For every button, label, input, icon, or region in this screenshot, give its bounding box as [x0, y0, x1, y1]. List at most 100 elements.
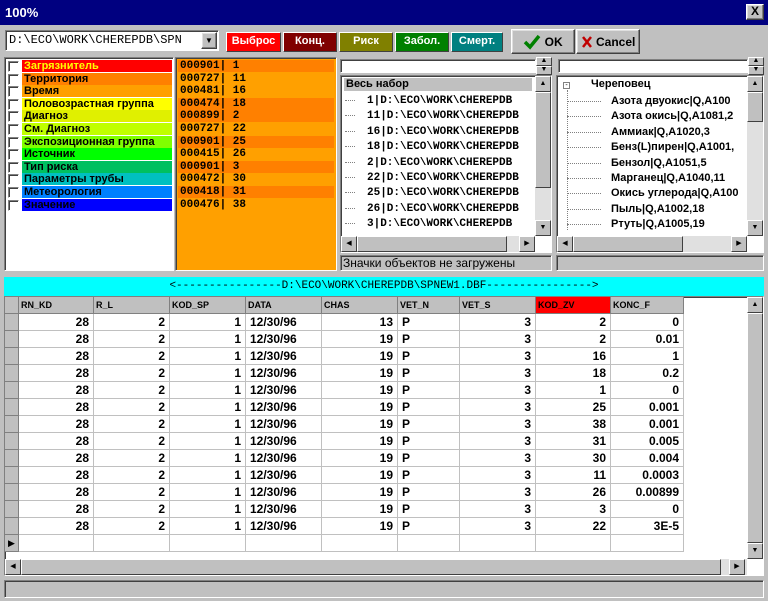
grid-cell[interactable]: 28	[19, 331, 94, 348]
grid-cell[interactable]	[536, 535, 611, 552]
grid-cell[interactable]: P	[398, 399, 460, 416]
grid-cell[interactable]: 19	[322, 348, 398, 365]
code-item[interactable]: 000481| 16	[178, 85, 334, 98]
category-checkbox[interactable]	[8, 187, 19, 198]
scroll-down-button[interactable]: ▼	[747, 220, 763, 236]
category-item[interactable]: Параметры трубы	[22, 173, 172, 186]
grid-cell[interactable]: 16	[536, 348, 611, 365]
grid-cell[interactable]: 3	[460, 484, 536, 501]
grid-cell[interactable]: 12/30/96	[246, 382, 322, 399]
row-indicator[interactable]	[5, 450, 19, 467]
grid-cell[interactable]: 2	[94, 365, 170, 382]
grid-cell[interactable]	[611, 535, 684, 552]
grid-cell[interactable]: 19	[322, 433, 398, 450]
grid-cell[interactable]: 19	[322, 382, 398, 399]
dataset-item[interactable]: 2|D:\ECO\WORK\CHEREPDB	[367, 156, 512, 170]
grid-cell[interactable]: P	[398, 348, 460, 365]
grid-cell[interactable]: 1	[536, 382, 611, 399]
dataset-item[interactable]: 26|D:\ECO\WORK\CHEREPDB	[367, 202, 519, 216]
code-item[interactable]: 000901| 3	[178, 160, 334, 173]
tree-item[interactable]: Ртуть|Q,A1005,19	[611, 217, 705, 231]
grid-cell[interactable]: 3	[460, 518, 536, 535]
grid-cell[interactable]: 19	[322, 467, 398, 484]
grid-hscroll[interactable]: ◀ ▶	[5, 559, 747, 575]
grid-cell[interactable]: 28	[19, 501, 94, 518]
tree-collapse-icon[interactable]: -	[563, 82, 570, 89]
scroll-left-button[interactable]: ◀	[341, 236, 357, 252]
category-checkbox[interactable]	[8, 98, 19, 110]
category-item[interactable]: Загрязнитель	[22, 60, 172, 72]
grid-cell[interactable]: 12/30/96	[246, 314, 322, 331]
ok-button[interactable]: OK	[511, 29, 575, 54]
grid-cell[interactable]: 0	[611, 501, 684, 518]
grid-cell[interactable]: 1	[170, 518, 246, 535]
scroll-up-button[interactable]: ▲	[747, 297, 763, 313]
grid-cell[interactable]: 28	[19, 348, 94, 365]
tree-item[interactable]: Окись углерода|Q,A100	[611, 186, 739, 200]
grid-cell[interactable]: 0.0003	[611, 467, 684, 484]
category-checkbox[interactable]	[8, 174, 19, 186]
column-header[interactable]: CHAS	[322, 297, 398, 314]
tree-filter-input[interactable]	[558, 59, 748, 73]
category-item[interactable]: Значение	[22, 198, 172, 211]
close-button[interactable]: X	[746, 4, 764, 20]
grid-cell[interactable]: 3E-5	[611, 518, 684, 535]
dataset-item[interactable]: 11|D:\ECO\WORK\CHEREPDB	[367, 109, 519, 123]
grid-cell[interactable]: 2	[94, 501, 170, 518]
tree-item[interactable]: Марганец|Q,A1040,11	[611, 171, 725, 185]
grid-cell[interactable]: 28	[19, 416, 94, 433]
scroll-thumb[interactable]	[535, 92, 551, 188]
grid-cell[interactable]: 19	[322, 416, 398, 433]
grid-cell[interactable]: P	[398, 484, 460, 501]
grid-cell[interactable]: 11	[536, 467, 611, 484]
column-header[interactable]: VET_N	[398, 297, 460, 314]
grid-vscroll[interactable]: ▲ ▼	[747, 297, 763, 559]
scroll-right-button[interactable]: ▶	[519, 236, 535, 252]
grid-cell[interactable]: 1	[170, 416, 246, 433]
category-item[interactable]: Время	[22, 85, 172, 98]
grid-cell[interactable]: 3	[460, 331, 536, 348]
grid-cell[interactable]: 2	[94, 518, 170, 535]
row-indicator[interactable]	[5, 433, 19, 450]
mode-button[interactable]: Забол.	[395, 32, 449, 52]
grid-cell[interactable]: P	[398, 501, 460, 518]
grid-cell[interactable]: 25	[536, 399, 611, 416]
filter-down-button[interactable]: ▼	[536, 66, 552, 75]
column-header[interactable]: KONC_F	[611, 297, 684, 314]
grid-cell[interactable]: 2	[94, 433, 170, 450]
row-indicator[interactable]	[5, 382, 19, 399]
code-item[interactable]: 000901| 1	[178, 60, 334, 72]
code-item[interactable]: 000476| 38	[178, 198, 334, 211]
row-indicator[interactable]	[5, 518, 19, 535]
grid-cell[interactable]: 3	[460, 433, 536, 450]
tree-item[interactable]: Бенз(L)пирен|Q,A1001,	[611, 140, 734, 154]
category-checkbox[interactable]	[8, 149, 19, 161]
grid-cell[interactable]: 0.001	[611, 416, 684, 433]
dataset-hscroll[interactable]: ◀ ▶	[341, 236, 535, 252]
category-item[interactable]: Диагноз	[22, 110, 172, 123]
scroll-left-button[interactable]: ◀	[557, 236, 573, 252]
scroll-right-button[interactable]: ▶	[731, 236, 747, 252]
scroll-thumb[interactable]	[747, 92, 763, 122]
grid-cell[interactable]: P	[398, 518, 460, 535]
category-item[interactable]: Экспозиционная группа	[22, 135, 172, 148]
grid-cell[interactable]: P	[398, 331, 460, 348]
tree-filter-up-button[interactable]: ▲	[748, 57, 764, 66]
grid-cell[interactable]: 28	[19, 365, 94, 382]
tree-item[interactable]: Бензол|Q,A1051,5	[611, 156, 707, 170]
tree-item[interactable]: Азота окись|Q,A1081,2	[611, 109, 733, 123]
column-header[interactable]: VET_S	[460, 297, 536, 314]
tree-item[interactable]: Пыль|Q,A1002,18	[611, 202, 704, 216]
grid-cell[interactable]: 3	[460, 314, 536, 331]
grid-cell[interactable]: 19	[322, 450, 398, 467]
grid-cell[interactable]: 1	[170, 501, 246, 518]
grid-cell[interactable]: 1	[170, 433, 246, 450]
category-checkbox[interactable]	[8, 86, 19, 98]
grid-cell[interactable]: 12/30/96	[246, 484, 322, 501]
grid-cell[interactable]: 1	[170, 399, 246, 416]
code-item[interactable]: 000727| 22	[178, 123, 334, 135]
row-indicator[interactable]	[5, 484, 19, 501]
scroll-up-button[interactable]: ▲	[747, 76, 763, 92]
grid-cell[interactable]: P	[398, 365, 460, 382]
grid-cell[interactable]: 3	[460, 365, 536, 382]
